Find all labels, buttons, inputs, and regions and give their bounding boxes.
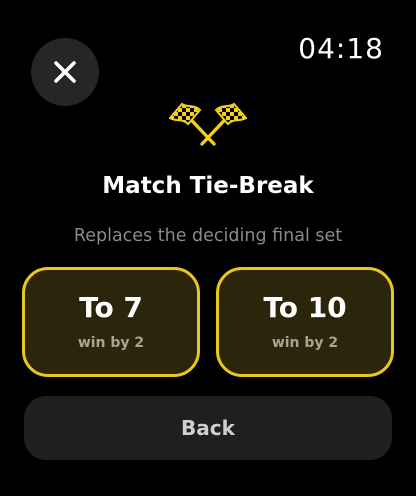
page-title: Match Tie-Break (102, 173, 314, 199)
status-time: 04:18 (298, 32, 384, 65)
option-label: To 10 (263, 290, 347, 324)
option-sublabel: win by 2 (271, 334, 339, 351)
close-icon (54, 61, 76, 83)
checkered-flags-icon (168, 102, 248, 146)
option-to-7-button[interactable]: To 7 win by 2 (22, 267, 200, 377)
close-button[interactable] (31, 38, 99, 106)
back-button[interactable]: Back (24, 396, 392, 460)
option-sublabel: win by 2 (77, 334, 145, 351)
option-label: To 7 (79, 290, 143, 324)
page-subtitle: Replaces the deciding final set (73, 226, 343, 246)
option-to-10-button[interactable]: To 10 win by 2 (216, 267, 394, 377)
